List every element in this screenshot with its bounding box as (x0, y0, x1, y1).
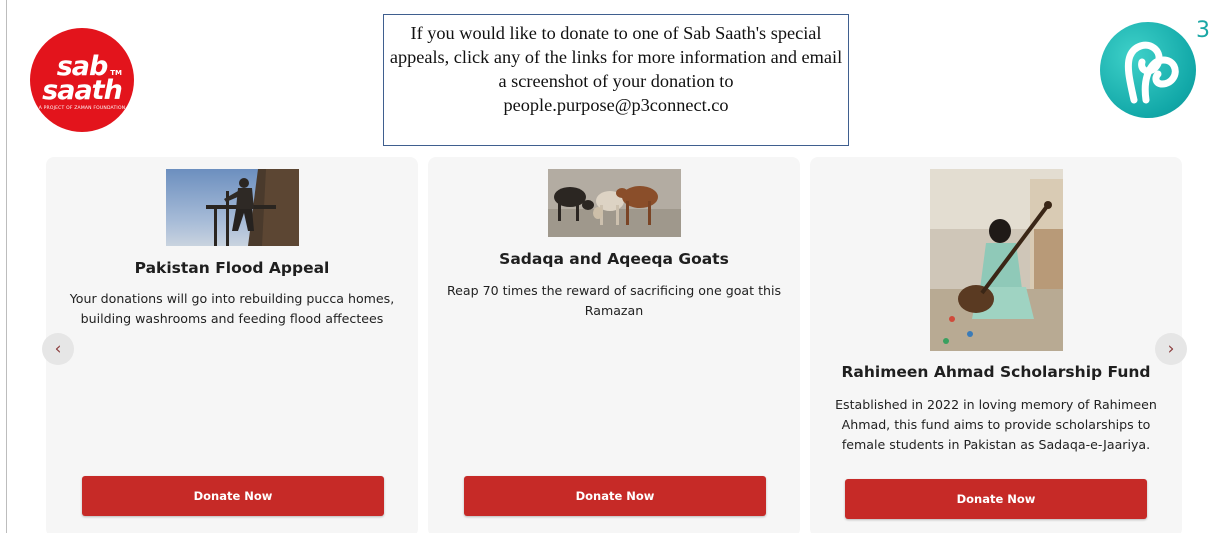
donation-info-box: If you would like to donate to one of Sa… (383, 14, 849, 146)
card-description: Reap 70 times the reward of sacrificing … (446, 283, 782, 318)
card-description: Your donations will go into rebuilding p… (69, 291, 395, 326)
page: sab saath TM A PROJECT OF ZAMAN FOUNDATI… (0, 0, 1224, 533)
donate-now-button[interactable]: Donate Now (845, 479, 1147, 519)
carousel-next-button[interactable]: › (1155, 333, 1187, 365)
p3-logo[interactable]: 3 (1100, 18, 1210, 118)
donation-info-text: If you would like to donate to one of Sa… (389, 23, 843, 115)
chevron-left-icon: ‹ (54, 339, 62, 359)
goats-photo (548, 169, 681, 237)
p3-mark-icon (1124, 41, 1179, 104)
donate-now-button[interactable]: Donate Now (464, 476, 766, 516)
goats-image[interactable] (548, 169, 681, 237)
card-description: Established in 2022 in loving memory of … (835, 397, 1157, 452)
card-title: Sadaqa and Aqeeqa Goats (499, 250, 729, 268)
donate-now-button[interactable]: Donate Now (82, 476, 384, 516)
appeal-card-flood: Pakistan Flood Appeal Your donations wil… (46, 157, 418, 533)
carousel-prev-button[interactable]: ‹ (42, 333, 74, 365)
p3-superscript: 3 (1196, 18, 1210, 43)
flood-appeal-image[interactable] (166, 169, 299, 246)
appeal-card-goats: Sadaqa and Aqeeqa Goats Reap 70 times th… (428, 157, 800, 533)
sab-saath-logo[interactable]: sab saath TM A PROJECT OF ZAMAN FOUNDATI… (30, 28, 134, 132)
logo-trademark: TM (110, 69, 122, 77)
girl-playing-sitar-photo (930, 169, 1063, 351)
appeal-card-scholarship: Rahimeen Ahmad Scholarship Fund Establis… (810, 157, 1182, 533)
card-title: Rahimeen Ahmad Scholarship Fund (841, 363, 1151, 381)
logo-word-saath: saath (42, 74, 123, 106)
worker-on-scaffold-photo (166, 169, 299, 246)
scholarship-image[interactable] (930, 169, 1063, 351)
card-title: Pakistan Flood Appeal (134, 259, 330, 277)
chevron-right-icon: › (1167, 339, 1175, 359)
logo-tagline: A PROJECT OF ZAMAN FOUNDATION (38, 105, 126, 111)
left-divider (6, 0, 7, 533)
